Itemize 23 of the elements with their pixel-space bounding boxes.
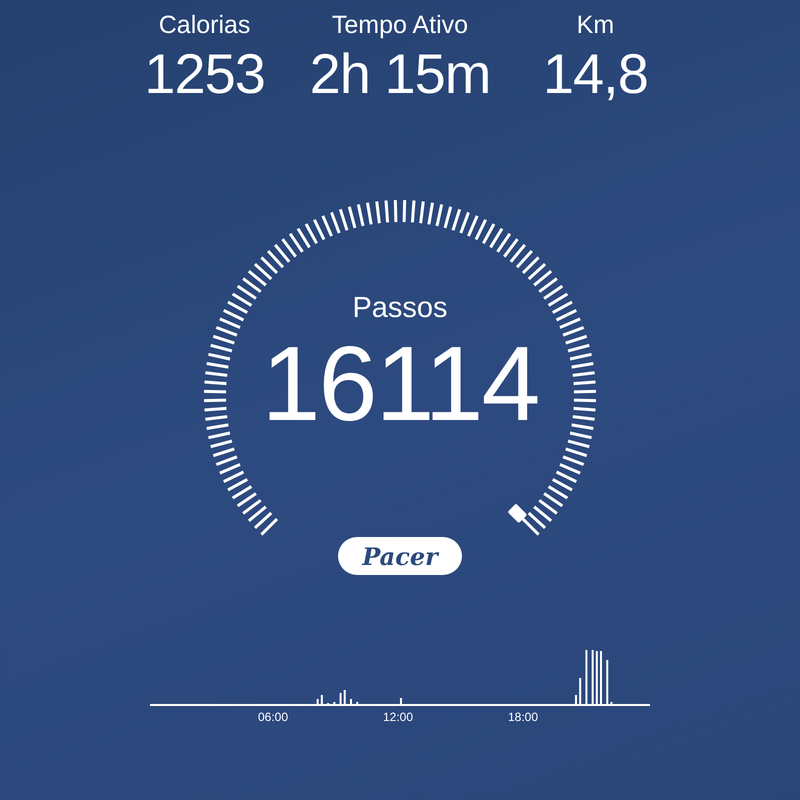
stat-label: Tempo Ativo xyxy=(332,10,468,41)
steps-count: 16114 xyxy=(262,326,538,442)
pacer-logo: Pacer xyxy=(338,537,462,575)
stat-label: Km xyxy=(576,10,614,41)
time-label: 06:00 xyxy=(258,710,288,724)
activity-bar xyxy=(320,695,323,705)
stat-value: 1253 xyxy=(144,42,265,106)
activity-bar xyxy=(596,651,598,705)
time-label: 18:00 xyxy=(508,710,538,724)
activity-bar xyxy=(579,678,582,705)
activity-bar xyxy=(592,650,594,705)
activity-bar xyxy=(585,650,588,705)
stat-value: 2h 15m xyxy=(310,42,490,106)
stat-label: Calorias xyxy=(158,10,250,41)
activity-bar xyxy=(340,693,342,705)
activity-bar xyxy=(344,690,346,705)
activity-bar xyxy=(316,699,319,705)
activity-bar xyxy=(333,702,336,705)
activity-bar xyxy=(606,660,608,705)
stat-value: 14,8 xyxy=(542,42,648,106)
activity-bar xyxy=(356,702,358,705)
steps-label: Passos xyxy=(352,291,448,326)
time-label: 12:00 xyxy=(382,710,414,724)
